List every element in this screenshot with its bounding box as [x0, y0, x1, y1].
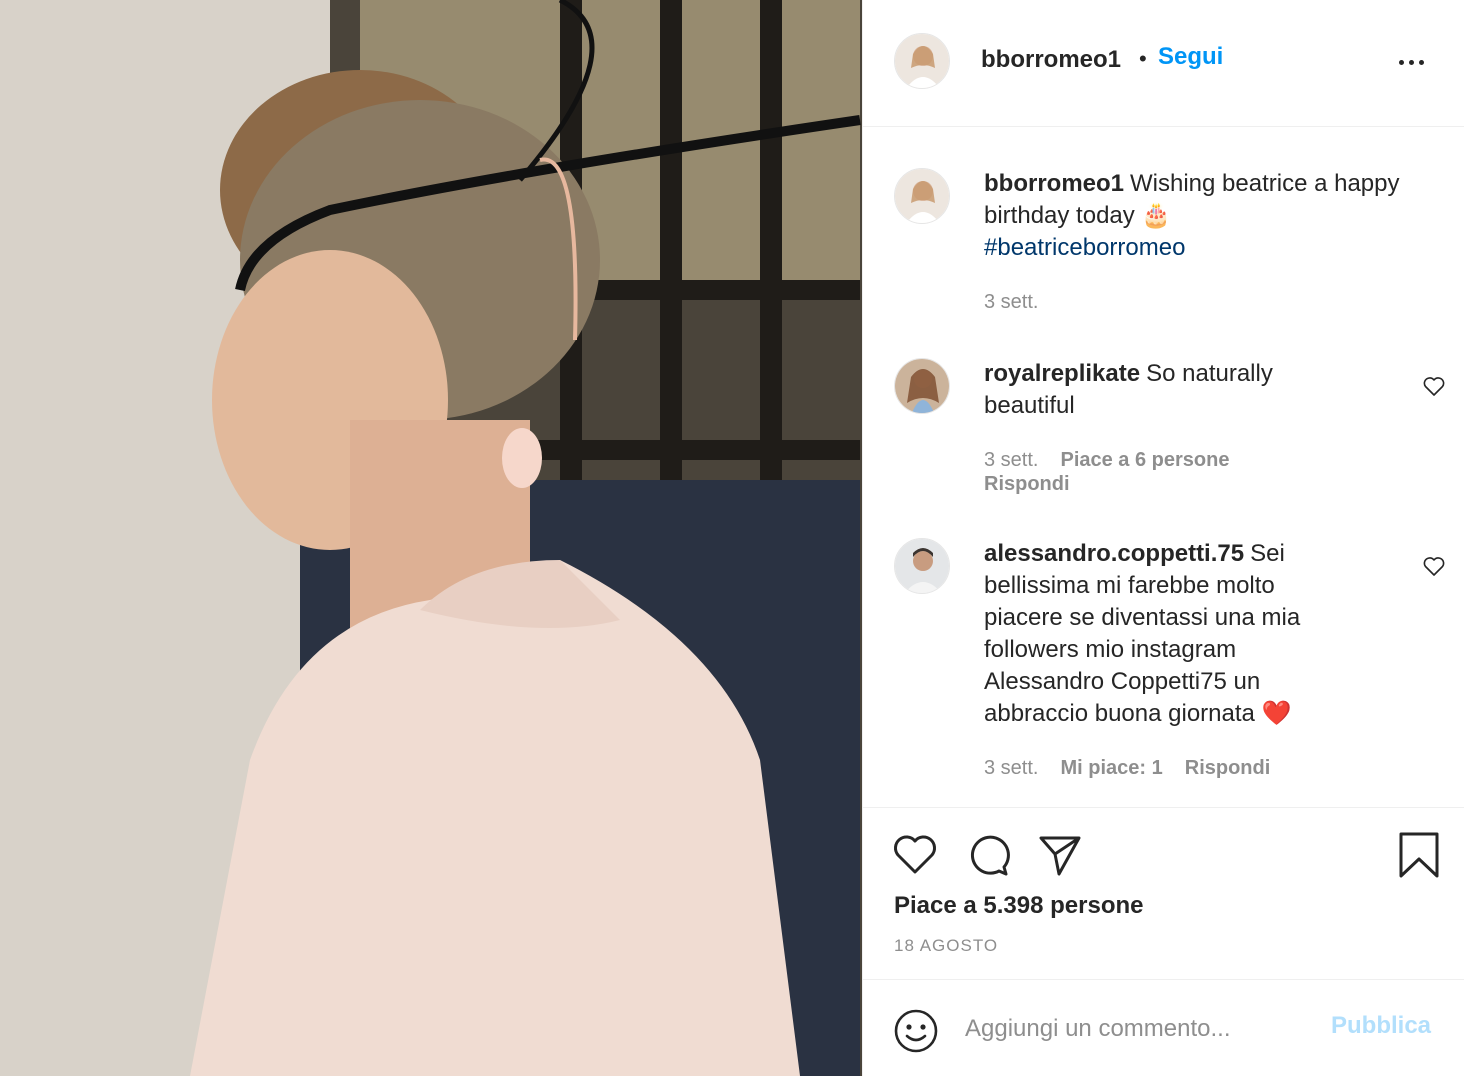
bookmark-icon[interactable] — [1396, 832, 1442, 878]
commenter-avatar-image — [895, 359, 949, 413]
comment-input[interactable] — [965, 1006, 1325, 1052]
add-comment-bar: Pubblica — [863, 980, 1464, 1076]
more-options-icon[interactable] — [1397, 48, 1425, 76]
caption-username[interactable]: bborromeo1 — [984, 170, 1124, 197]
comment-icon[interactable] — [965, 832, 1011, 878]
commenter-avatar[interactable] — [894, 358, 950, 414]
commenter-avatar-image — [895, 539, 949, 593]
author-avatar[interactable] — [894, 33, 950, 89]
comment-time[interactable]: 3 sett. — [984, 757, 1038, 779]
comments-list[interactable]: bborromeo1 Wishing beatrice a happy birth… — [863, 128, 1464, 808]
comment-likes[interactable]: Mi piace: 1 — [1060, 757, 1162, 779]
comment-meta: 3 sett. Piace a 6 persone Rispondi — [984, 448, 1424, 496]
caption-text: bborromeo1 Wishing beatrice a happy birth… — [984, 168, 1444, 264]
post-actions: Piace a 5.398 persone 18 agosto — [863, 808, 1464, 980]
comment-text: royalreplikate So naturally beautiful — [984, 358, 1344, 422]
more-dot — [1399, 60, 1404, 65]
comment-username[interactable]: alessandro.coppetti.75 — [984, 540, 1244, 567]
comment-username[interactable]: royalreplikate — [984, 360, 1140, 387]
like-comment-heart-icon[interactable] — [1422, 374, 1446, 398]
like-comment-heart-icon[interactable] — [1422, 554, 1446, 578]
commenter-avatar[interactable] — [894, 538, 950, 594]
caption-avatar-image — [895, 169, 949, 223]
comment-time[interactable]: 3 sett. — [984, 449, 1038, 471]
comment-meta: 3 sett. Mi piace: 1 Rispondi — [984, 756, 1444, 780]
reply-button[interactable]: Rispondi — [984, 473, 1070, 495]
post-photo-illustration — [0, 0, 862, 1076]
publish-button[interactable]: Pubblica — [1331, 1012, 1431, 1040]
caption-meta: 3 sett. — [984, 290, 1038, 314]
post-header: bborromeo1 • Segui — [863, 0, 1464, 127]
caption-avatar[interactable] — [894, 168, 950, 224]
separator-dot: • — [1139, 46, 1147, 71]
share-icon[interactable] — [1037, 832, 1083, 878]
post-sidebar: bborromeo1 • Segui bborromeo1 Wishing bea… — [862, 0, 1464, 1076]
heart-icon[interactable] — [892, 832, 938, 878]
comment-body: Sei bellissima mi farebbe molto piacere … — [984, 540, 1301, 727]
caption-hashtag[interactable]: #beatriceborromeo — [984, 234, 1185, 261]
likes-count[interactable]: Piace a 5.398 persone — [894, 892, 1144, 920]
post-date[interactable]: 18 agosto — [894, 936, 998, 956]
reply-button[interactable]: Rispondi — [1185, 757, 1271, 779]
author-username[interactable]: bborromeo1 — [981, 46, 1121, 74]
author-avatar-image — [895, 34, 949, 88]
post-photo[interactable] — [0, 0, 862, 1076]
comment-text: alessandro.coppetti.75 Sei bellissima mi … — [984, 538, 1354, 730]
more-dot — [1409, 60, 1414, 65]
emoji-icon[interactable] — [893, 1008, 939, 1054]
caption-time[interactable]: 3 sett. — [984, 291, 1038, 313]
follow-button[interactable]: Segui — [1158, 43, 1223, 71]
comment-likes[interactable]: Piace a 6 persone — [1060, 449, 1229, 471]
more-dot — [1419, 60, 1424, 65]
